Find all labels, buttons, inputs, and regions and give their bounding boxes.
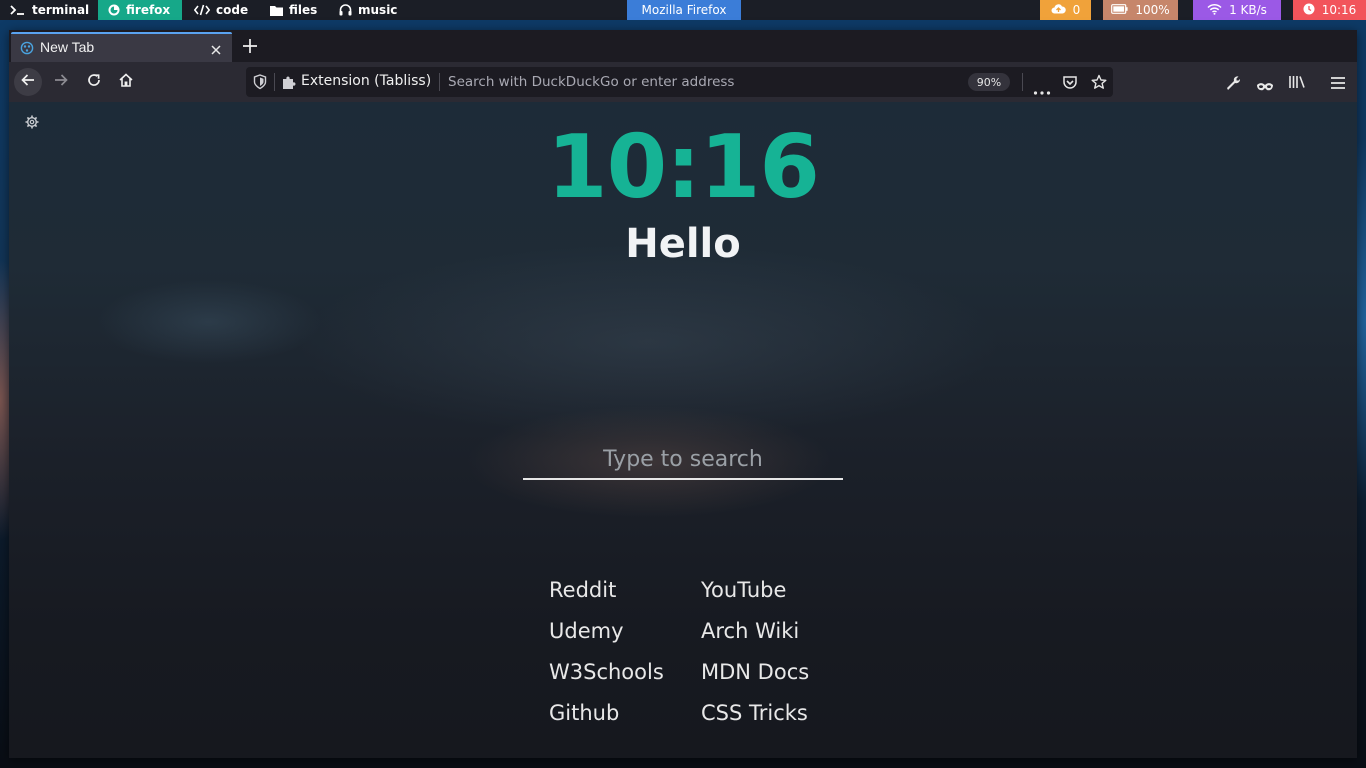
battery-indicator: 100% bbox=[1103, 0, 1178, 20]
network-indicator: 1 KB/s bbox=[1193, 0, 1281, 20]
code-icon bbox=[194, 4, 210, 16]
clock-icon bbox=[1303, 3, 1315, 18]
workspace-label: terminal bbox=[32, 3, 90, 17]
quick-links: Reddit Udemy W3Schools Github YouTube Ar… bbox=[549, 577, 849, 747]
link-arch-wiki[interactable]: Arch Wiki bbox=[701, 618, 799, 644]
folder-icon bbox=[270, 5, 283, 16]
new-tab-plus-icon[interactable] bbox=[241, 37, 259, 59]
top-status-bar: terminal firefox code files music Mozill… bbox=[0, 0, 1366, 20]
bookmark-star-icon[interactable] bbox=[1091, 74, 1107, 94]
puzzle-piece-icon bbox=[281, 74, 297, 94]
divider bbox=[439, 73, 440, 91]
home-icon bbox=[118, 72, 134, 92]
terminal-icon bbox=[10, 4, 26, 16]
time-widget: 10:16 bbox=[547, 116, 820, 218]
workspace-label: firefox bbox=[126, 3, 171, 17]
workspace-label: files bbox=[289, 3, 318, 17]
workspace-firefox[interactable]: firefox bbox=[98, 0, 182, 20]
workspace-label: code bbox=[216, 3, 249, 17]
address-bar[interactable]: Extension (Tabliss) Search with DuckDuck… bbox=[246, 67, 1113, 97]
hamburger-menu-icon[interactable] bbox=[1330, 75, 1346, 94]
link-css-tricks[interactable]: CSS Tricks bbox=[701, 700, 808, 726]
navigation-toolbar: Extension (Tabliss) Search with DuckDuck… bbox=[9, 62, 1357, 102]
divider bbox=[1022, 73, 1023, 91]
pocket-icon[interactable] bbox=[1062, 74, 1078, 94]
battery-icon bbox=[1111, 3, 1128, 17]
search-input[interactable] bbox=[523, 442, 843, 480]
greeting-text: Hello bbox=[625, 221, 741, 267]
tab-title: New Tab bbox=[40, 39, 95, 55]
page-actions-icon[interactable] bbox=[1033, 80, 1051, 99]
close-tab-icon[interactable] bbox=[210, 41, 222, 60]
wrench-icon[interactable] bbox=[1225, 74, 1241, 94]
arrow-left-icon bbox=[20, 72, 36, 92]
link-github[interactable]: Github bbox=[549, 700, 619, 726]
cloud-upload-icon bbox=[1051, 3, 1066, 17]
back-button[interactable] bbox=[14, 68, 42, 96]
workspace-files[interactable]: files bbox=[260, 0, 328, 20]
reload-button[interactable] bbox=[80, 68, 108, 96]
extension-identity-label[interactable]: Extension (Tabliss) bbox=[301, 73, 431, 89]
wifi-icon bbox=[1207, 3, 1222, 18]
firefox-window: New Tab Extension (Tabliss) Search with … bbox=[9, 30, 1357, 758]
link-reddit[interactable]: Reddit bbox=[549, 577, 616, 603]
new-tab-page: 10:16 Hello Reddit Udemy W3Schools Githu… bbox=[9, 102, 1357, 758]
firefox-icon bbox=[108, 4, 120, 16]
updates-indicator[interactable]: 0 bbox=[1040, 0, 1091, 20]
forward-button[interactable] bbox=[47, 68, 75, 96]
headphones-icon bbox=[339, 4, 352, 16]
workspace-terminal[interactable]: terminal bbox=[0, 0, 97, 20]
link-w3schools[interactable]: W3Schools bbox=[549, 659, 664, 685]
workspace-label: music bbox=[358, 3, 398, 17]
private-browsing-mask-icon[interactable] bbox=[1256, 77, 1274, 96]
clock-time: 10:16 bbox=[1321, 3, 1357, 17]
workspace-code[interactable]: code bbox=[184, 0, 260, 20]
url-input[interactable]: Search with DuckDuckGo or enter address bbox=[448, 74, 734, 90]
zoom-level-button[interactable]: 90% bbox=[968, 73, 1010, 91]
link-mdn-docs[interactable]: MDN Docs bbox=[701, 659, 809, 685]
tabliss-favicon-icon bbox=[20, 40, 34, 59]
tab-strip: New Tab bbox=[9, 30, 1357, 62]
battery-level: 100% bbox=[1135, 3, 1170, 17]
home-button[interactable] bbox=[112, 68, 140, 96]
link-udemy[interactable]: Udemy bbox=[549, 618, 624, 644]
network-speed: 1 KB/s bbox=[1229, 3, 1267, 17]
reload-icon bbox=[86, 72, 102, 92]
arrow-right-icon bbox=[53, 72, 69, 92]
tab-new-tab[interactable]: New Tab bbox=[11, 32, 232, 62]
active-window-title: Mozilla Firefox bbox=[627, 0, 741, 20]
library-icon[interactable] bbox=[1288, 74, 1306, 94]
divider bbox=[274, 73, 275, 91]
link-youtube[interactable]: YouTube bbox=[701, 577, 786, 603]
updates-count: 0 bbox=[1072, 3, 1081, 17]
clock-indicator[interactable]: 10:16 bbox=[1293, 0, 1366, 20]
workspace-music[interactable]: music bbox=[329, 0, 405, 20]
tracking-protection-shield-icon[interactable] bbox=[253, 74, 267, 94]
